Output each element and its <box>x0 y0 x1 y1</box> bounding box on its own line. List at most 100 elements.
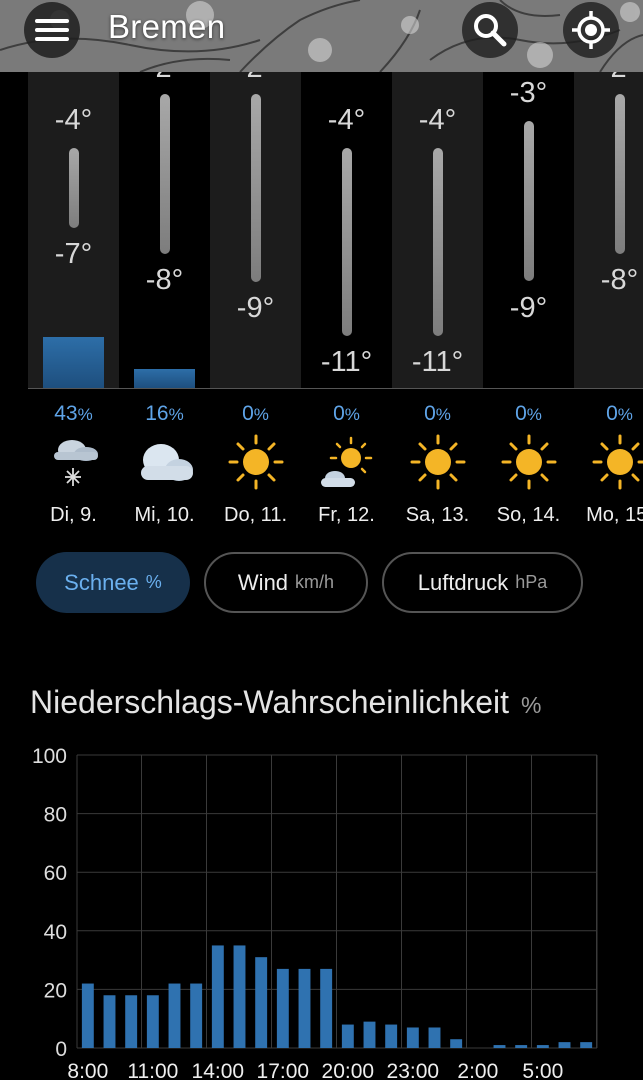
temp-range-bar <box>524 121 534 281</box>
sun-icon <box>410 434 466 490</box>
day-item-mi[interactable]: 16% Mi, 10. <box>119 396 210 536</box>
precip-percent: 16% <box>145 402 184 425</box>
temp-high: -4° <box>54 104 93 136</box>
chart-bar <box>298 968 311 1048</box>
temp-range-bar <box>342 148 352 336</box>
temp-high: -2° <box>574 72 643 85</box>
chart-bar <box>363 1021 376 1048</box>
chart-bar <box>406 1027 419 1048</box>
chart-bar <box>255 957 268 1048</box>
cloud-snow-icon <box>54 440 98 486</box>
precip-percent: 43% <box>54 402 93 425</box>
chart-bar <box>125 995 138 1048</box>
precip-bar <box>43 337 104 388</box>
chip-snow[interactable]: Schnee % <box>36 552 190 613</box>
precip-percent: 0% <box>606 402 633 425</box>
temp-low: -9° <box>509 292 548 324</box>
x-tick-label: 17:00 <box>257 1060 310 1080</box>
chart-bar <box>580 1042 593 1048</box>
chart-bar <box>168 983 181 1048</box>
day-name: Do, 11. <box>224 504 287 526</box>
app-header: Bremen <box>0 0 643 72</box>
day-item-so[interactable]: 0% So, 14. <box>483 396 574 536</box>
temp-column-mo: -2° -8° <box>574 72 643 388</box>
temp-high: -4° <box>327 104 366 136</box>
y-tick-label: 20 <box>44 979 67 1002</box>
chip-label: Wind <box>237 569 289 595</box>
y-tick-label: 60 <box>44 862 67 885</box>
chart-bar <box>558 1042 571 1048</box>
temp-high: -2° <box>119 72 210 85</box>
day-item-sa[interactable]: 0% Sa, 13. <box>392 396 483 536</box>
day-name: Mo, 15. <box>586 504 643 526</box>
chart-title: Niederschlags-Wahrscheinlichkeit% <box>30 684 542 720</box>
temp-column-do: -2° -9° <box>210 72 301 388</box>
temp-range-bar <box>69 148 79 228</box>
temp-range-bar <box>251 94 261 282</box>
precip-bar <box>134 369 195 388</box>
search-icon <box>474 14 507 47</box>
chart-bar <box>450 1039 463 1048</box>
chart-bar <box>515 1045 528 1048</box>
x-tick-label: 2:00 <box>457 1060 498 1080</box>
precip-percent: 0% <box>242 402 269 425</box>
day-item-di[interactable]: 43% Di, 9. <box>28 396 119 536</box>
chip-unit: % <box>145 572 162 592</box>
chart-bar <box>276 968 289 1048</box>
x-tick-label: 20:00 <box>322 1060 375 1080</box>
precip-percent: 0% <box>424 402 451 425</box>
chip-pressure[interactable]: Luftdruck hPa <box>382 552 583 613</box>
precipitation-probability-chart[interactable]: 0 20 40 60 80 100 8:00 11:00 14:00 17:00 20:00 23:0… <box>0 740 643 1080</box>
chip-wind[interactable]: Wind km/h <box>204 552 368 613</box>
temp-column-di: -4° -7° <box>28 72 119 388</box>
y-tick-label: 80 <box>44 804 67 827</box>
temperature-range-strip[interactable]: -4° -7° -2° -8° -2° -9° -4° -11° -4° -11… <box>0 72 643 388</box>
x-tick-label: 8:00 <box>67 1060 108 1080</box>
precip-percent: 0% <box>333 402 360 425</box>
menu-icon <box>35 19 69 41</box>
temp-low: -8° <box>145 264 184 296</box>
chart-bar <box>233 945 246 1048</box>
x-tick-label: 23:00 <box>387 1060 440 1080</box>
locate-button[interactable] <box>563 2 619 58</box>
chart-bar <box>146 995 159 1048</box>
sun-icon <box>228 434 284 490</box>
chip-label: Luftdruck <box>417 569 509 595</box>
chart-bar <box>320 968 333 1048</box>
city-title[interactable]: Bremen <box>108 8 225 46</box>
day-name: Fr, 12. <box>318 504 375 526</box>
temp-column-fr: -4° -11° <box>301 72 392 388</box>
temp-column-so: -3° -9° <box>483 72 574 388</box>
x-tick-label: 11:00 <box>127 1060 178 1080</box>
temp-low: -7° <box>54 238 93 270</box>
gps-locate-icon <box>572 11 610 49</box>
x-tick-label: 5:00 <box>522 1060 563 1080</box>
temp-low: -11° <box>320 346 373 378</box>
temp-range-bar <box>433 148 443 336</box>
menu-button[interactable] <box>24 2 80 58</box>
temp-range-bar <box>615 94 625 254</box>
search-button[interactable] <box>462 2 518 58</box>
strip-baseline <box>28 388 643 389</box>
chart-bar <box>493 1045 506 1048</box>
sun-cloud-icon <box>321 436 373 487</box>
chart-bar <box>211 945 224 1048</box>
temp-low: -8° <box>600 264 639 296</box>
temp-low: -11° <box>411 346 464 378</box>
chart-bar <box>428 1027 441 1048</box>
day-name: So, 14. <box>496 504 561 526</box>
chart-bar <box>341 1024 354 1048</box>
y-tick-label: 0 <box>55 1038 67 1061</box>
chart-bar <box>536 1045 549 1048</box>
day-name: Mi, 10. <box>134 504 195 526</box>
day-item-mo[interactable]: 0% Mo, 15. <box>574 396 643 536</box>
y-tick-label: 40 <box>44 921 67 944</box>
temp-column-mi: -2° -8° <box>119 72 210 388</box>
x-tick-label: 14:00 <box>192 1060 245 1080</box>
temp-low: -9° <box>236 292 275 324</box>
header-snow-background <box>0 0 643 72</box>
day-item-do[interactable]: 0% Do, 11. <box>210 396 301 536</box>
day-item-fr[interactable]: 0% Fr, 12. <box>301 396 392 536</box>
cloudy-icon <box>141 444 193 481</box>
sun-icon <box>592 434 643 490</box>
